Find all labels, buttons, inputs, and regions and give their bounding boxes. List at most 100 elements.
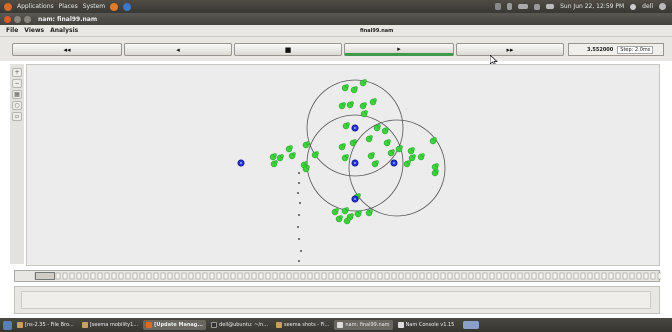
- mobile-node-marker: [339, 215, 343, 219]
- rewind-button[interactable]: ◂◂: [12, 43, 122, 56]
- close-window-button[interactable]: [4, 15, 11, 23]
- timeline-ticks: [34, 272, 661, 280]
- mobile-node-marker: [369, 135, 373, 139]
- menu-file[interactable]: File: [6, 27, 18, 34]
- grid-icon[interactable]: ▦: [12, 90, 22, 99]
- timeline-tick: [244, 272, 250, 280]
- base-node-center: [354, 127, 356, 129]
- show-desktop-icon[interactable]: [3, 320, 12, 330]
- bottom-taskbar: [ns-2.35 - File Bro... [seema mobility1.…: [0, 318, 672, 332]
- timeline-tick: [377, 272, 383, 280]
- timeline-tick: [237, 272, 243, 280]
- timeline-tick: [468, 272, 474, 280]
- zoom-in-icon[interactable]: +: [12, 68, 22, 77]
- mobile-node-marker: [357, 193, 361, 197]
- timeline-tick: [209, 272, 215, 280]
- bluetooth-icon[interactable]: [507, 3, 513, 10]
- edit-icon[interactable]: ▫: [12, 112, 22, 121]
- mobile-node-marker: [342, 143, 346, 147]
- volume-icon[interactable]: [534, 3, 541, 10]
- maximize-window-button[interactable]: [24, 15, 31, 23]
- menu-analysis[interactable]: Analysis: [50, 27, 78, 34]
- stop-button[interactable]: ■: [234, 43, 342, 56]
- mobile-node-marker: [315, 151, 319, 155]
- task-nam-console[interactable]: Nam Console v1.15: [395, 320, 458, 330]
- trace-dot: [300, 250, 302, 252]
- window-title: nam: final99.nam: [38, 15, 98, 23]
- task-terminal[interactable]: dell@ubuntu: ~/n...: [208, 320, 271, 330]
- clock[interactable]: Sun Jun 22, 12:59 PM: [560, 3, 624, 10]
- fast-forward-button[interactable]: ▸▸: [456, 43, 564, 56]
- mobile-node-marker: [387, 139, 391, 143]
- nam-icon: [337, 322, 344, 328]
- annotation-list[interactable]: [21, 291, 651, 309]
- timeline-slider[interactable]: [14, 270, 661, 282]
- username[interactable]: dell: [642, 3, 653, 10]
- base-node-center: [240, 162, 242, 164]
- ubuntu-logo-icon[interactable]: [4, 2, 12, 11]
- select-icon[interactable]: ○: [12, 101, 22, 110]
- zoom-out-icon[interactable]: −: [12, 79, 22, 88]
- timeline-tick: [139, 272, 145, 280]
- timeline-thumb[interactable]: [35, 272, 55, 280]
- timeline-tick: [482, 272, 488, 280]
- mobile-node-marker: [335, 208, 339, 212]
- mobile-node-marker: [342, 102, 346, 106]
- minimize-window-button[interactable]: [14, 15, 21, 23]
- applications-menu[interactable]: Applications: [17, 3, 54, 10]
- mobile-node-marker: [433, 137, 437, 141]
- timeline-tick: [454, 272, 460, 280]
- mobile-node-marker: [407, 160, 411, 164]
- firefox-icon[interactable]: [110, 2, 119, 11]
- mobile-node-marker: [273, 153, 277, 157]
- system-tray: Sun Jun 22, 12:59 PM dell: [495, 3, 672, 10]
- timeline-tick: [363, 272, 369, 280]
- trace-dot: [298, 260, 300, 262]
- power-icon[interactable]: [659, 3, 666, 10]
- mobile-node-marker: [280, 154, 284, 158]
- mobile-node-marker: [399, 145, 403, 149]
- menu-views[interactable]: Views: [24, 27, 44, 34]
- step-back-button[interactable]: ◂: [124, 43, 232, 56]
- task-file-browser[interactable]: [ns-2.35 - File Bro...: [14, 320, 77, 330]
- timeline-tick: [412, 272, 418, 280]
- timeline-tick: [615, 272, 621, 280]
- user-icon[interactable]: [630, 3, 637, 10]
- timeline-tick: [643, 272, 649, 280]
- animation-canvas[interactable]: [26, 64, 660, 266]
- task-update-manager[interactable]: [Update Manag...: [143, 320, 207, 330]
- task-nam-window[interactable]: nam: final99.nam: [334, 320, 393, 330]
- timeline-tick: [580, 272, 586, 280]
- window-titlebar[interactable]: nam: final99.nam: [0, 13, 672, 25]
- trace-dot: [299, 202, 301, 204]
- task-seema-shots[interactable]: seema shots - Fi...: [273, 320, 332, 330]
- timeline-tick: [188, 272, 194, 280]
- timeline-tick: [279, 272, 285, 280]
- timeline-tick: [405, 272, 411, 280]
- system-menu[interactable]: System: [83, 3, 105, 10]
- mobile-node-marker: [306, 165, 310, 169]
- mobile-node-marker: [371, 152, 375, 156]
- task-seema-mobility[interactable]: [seema mobility1...: [79, 320, 141, 330]
- mobile-node-marker: [346, 122, 350, 126]
- help-icon[interactable]: [123, 2, 132, 11]
- nam-icon: [397, 322, 404, 328]
- places-menu[interactable]: Places: [59, 3, 78, 10]
- timeline-tick: [258, 272, 264, 280]
- folder-icon: [17, 322, 23, 328]
- network-icon[interactable]: [495, 3, 502, 10]
- mobile-node-marker: [421, 153, 425, 157]
- timeline-tick: [195, 272, 201, 280]
- mail-icon[interactable]: [546, 4, 555, 9]
- timeline-tick: [83, 272, 89, 280]
- mobile-node-marker: [364, 110, 368, 114]
- play-button[interactable]: ▸: [344, 43, 454, 56]
- timeline-tick: [461, 272, 467, 280]
- step-size-field[interactable]: Step: 2.0ms: [617, 45, 654, 54]
- timeline-tick: [342, 272, 348, 280]
- workspace-switcher-icon[interactable]: [463, 321, 480, 329]
- timeline-tick: [97, 272, 103, 280]
- timeline-tick: [300, 272, 306, 280]
- timeline-tick: [629, 272, 635, 280]
- battery-icon[interactable]: [518, 4, 529, 9]
